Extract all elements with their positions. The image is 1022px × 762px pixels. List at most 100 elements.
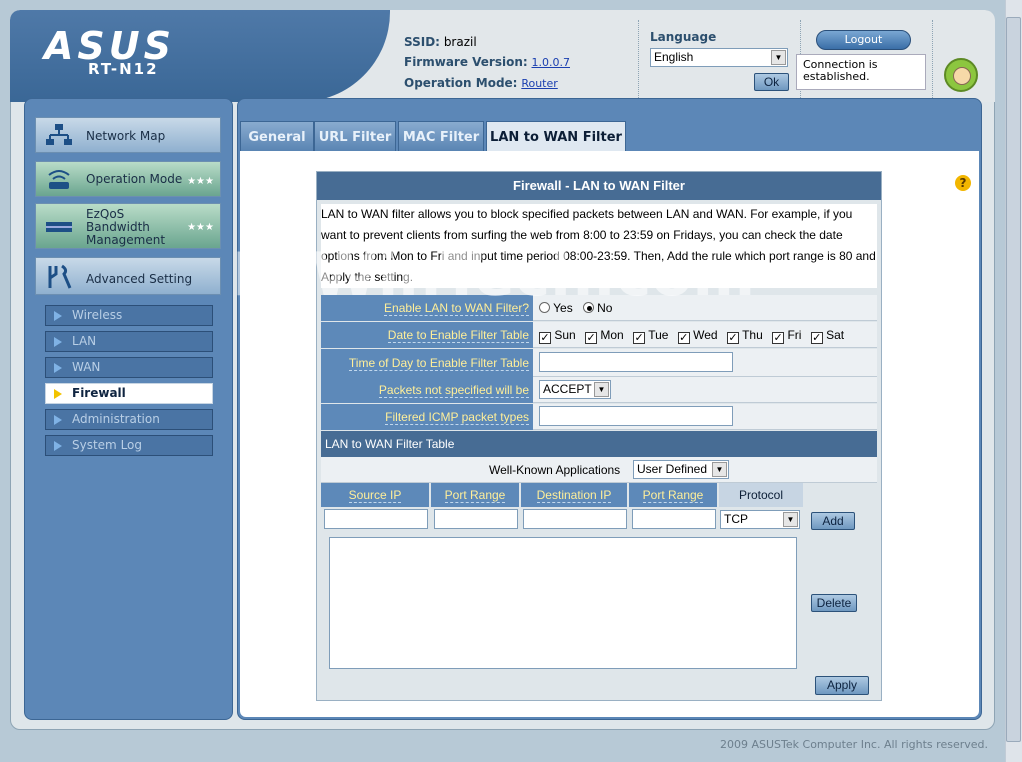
- connection-status: Connection is established.: [796, 54, 926, 90]
- day-label: Thu: [742, 328, 763, 342]
- arrow-right-icon: [54, 389, 62, 399]
- network-map-icon: [46, 124, 72, 145]
- source-ip-input[interactable]: [324, 509, 428, 529]
- enable-yes-radio[interactable]: [539, 302, 550, 313]
- day-checkbox-thu[interactable]: ✓: [726, 332, 739, 344]
- dest-port-range-input[interactable]: [632, 509, 716, 529]
- sidebar-item-system-log[interactable]: System Log: [45, 435, 213, 456]
- chevron-down-icon: ▼: [771, 50, 786, 65]
- sidebar-item-label: LAN: [72, 334, 97, 348]
- wellknown-value: User Defined: [637, 462, 708, 476]
- bandwidth-icon: [46, 222, 72, 232]
- enable-filter-row: Enable LAN to WAN Filter? Yes No: [321, 295, 877, 321]
- copyright: 2009 ASUSTek Computer Inc. All rights re…: [720, 738, 988, 751]
- wellknown-label: Well-Known Applications: [489, 463, 621, 477]
- ssid-label: SSID:: [404, 35, 440, 49]
- day-checkbox-tue[interactable]: ✓: [633, 332, 646, 344]
- day-label: Tue: [648, 328, 669, 342]
- enable-filter-label: Enable LAN to WAN Filter?: [321, 295, 533, 321]
- language-ok-button[interactable]: Ok: [754, 73, 789, 91]
- sidebar-item-label: System Log: [72, 438, 142, 452]
- language-label: Language: [650, 30, 717, 44]
- sidebar-item-lan[interactable]: LAN: [45, 331, 213, 352]
- sidebar-item-ezqos[interactable]: EzQoS Bandwidth Management ★★★: [35, 203, 221, 249]
- wellknown-select[interactable]: User Defined ▼: [633, 460, 729, 479]
- arrow-right-icon: [54, 311, 62, 321]
- no-label: No: [597, 301, 613, 315]
- chevron-down-icon: ▼: [594, 382, 609, 397]
- day-checkbox-mon[interactable]: ✓: [585, 332, 598, 344]
- logo-block: ASUS RT-N12: [10, 10, 390, 102]
- filter-rules-list[interactable]: [329, 537, 797, 669]
- mascot-icon: [944, 58, 978, 92]
- wellknown-row: Well-Known Applications User Defined ▼: [321, 457, 877, 483]
- sidebar-item-label: Wireless: [72, 308, 123, 322]
- delete-button[interactable]: Delete: [811, 594, 857, 612]
- port-range-input[interactable]: [434, 509, 518, 529]
- protocol-select[interactable]: TCP ▼: [720, 510, 800, 529]
- router-icon: [48, 170, 70, 189]
- tab-general[interactable]: General: [240, 121, 314, 153]
- firmware-link[interactable]: 1.0.0.7: [532, 56, 570, 69]
- sidebar-item-firewall[interactable]: Firewall: [45, 383, 213, 404]
- sidebar-item-advanced-setting[interactable]: Advanced Setting: [35, 257, 221, 295]
- day-checkbox-fri[interactable]: ✓: [772, 332, 785, 344]
- protocol-value: TCP: [724, 512, 748, 526]
- panel-title: Firewall - LAN to WAN Filter: [317, 172, 881, 200]
- day-checkbox-sun[interactable]: ✓: [539, 332, 551, 344]
- help-icon[interactable]: ?: [955, 175, 971, 191]
- icmp-label: Filtered ICMP packet types: [321, 404, 533, 430]
- icmp-input[interactable]: [539, 406, 733, 426]
- opmode-link[interactable]: Router: [521, 77, 557, 90]
- icmp-row: Filtered ICMP packet types: [321, 404, 877, 430]
- language-select[interactable]: English ▼: [650, 48, 788, 67]
- sidebar: Network Map Operation Mode ★★★ EzQoS Ban…: [24, 98, 233, 720]
- panel-description: LAN to WAN filter allows you to block sp…: [321, 204, 877, 288]
- packets-select[interactable]: ACCEPT ▼: [539, 380, 611, 399]
- firmware-label: Firmware Version:: [404, 55, 528, 69]
- sidebar-item-wireless[interactable]: Wireless: [45, 305, 213, 326]
- header: ASUS RT-N12 SSID: brazil Firmware Versio…: [10, 10, 995, 102]
- packets-value: ACCEPT: [543, 382, 592, 396]
- day-label: Wed: [693, 328, 718, 342]
- time-range-input[interactable]: [539, 352, 733, 372]
- sidebar-item-administration[interactable]: Administration: [45, 409, 213, 430]
- destination-ip-input[interactable]: [523, 509, 627, 529]
- enable-no-radio[interactable]: [582, 302, 594, 313]
- language-value: English: [654, 50, 694, 64]
- tab-lan-to-wan-filter[interactable]: LAN to WAN Filter: [486, 121, 626, 153]
- packets-label: Packets not specified will be: [321, 377, 533, 403]
- sidebar-item-wan[interactable]: WAN: [45, 357, 213, 378]
- sidebar-item-label: Advanced Setting: [86, 272, 193, 286]
- sidebar-item-label: WAN: [72, 360, 101, 374]
- day-label: Fri: [787, 328, 802, 342]
- divider: [638, 20, 639, 98]
- date-label: Date to Enable Filter Table: [321, 322, 533, 348]
- tab-mac-filter[interactable]: MAC Filter: [398, 121, 484, 153]
- chevron-down-icon: ▼: [712, 462, 727, 477]
- ssid-value: brazil: [443, 35, 477, 49]
- apply-button[interactable]: Apply: [815, 676, 869, 695]
- time-row: Time of Day to Enable Filter Table: [321, 349, 877, 377]
- chevron-down-icon: ▼: [783, 512, 798, 527]
- yes-label: Yes: [553, 301, 573, 315]
- sidebar-item-label: Operation Mode: [86, 172, 183, 186]
- add-button[interactable]: Add: [811, 512, 855, 530]
- opmode-label: Operation Mode:: [404, 76, 518, 90]
- logout-button[interactable]: Logout: [816, 30, 911, 50]
- scrollbar-thumb[interactable]: [1006, 17, 1021, 742]
- day-label: Mon: [600, 328, 624, 342]
- date-row: Date to Enable Filter Table ✓ Sun ✓ Mon …: [321, 322, 877, 348]
- stars-icon: ★★★: [187, 176, 214, 187]
- sidebar-item-label: EzQoS Bandwidth Management: [86, 207, 166, 247]
- arrow-right-icon: [54, 441, 62, 451]
- col-port-range-2: Port Range: [629, 483, 717, 507]
- sidebar-item-operation-mode[interactable]: Operation Mode ★★★: [35, 161, 221, 197]
- col-protocol: Protocol: [719, 483, 803, 507]
- arrow-right-icon: [54, 337, 62, 347]
- sidebar-item-network-map[interactable]: Network Map: [35, 117, 221, 153]
- day-checkbox-sat[interactable]: ✓: [810, 332, 823, 344]
- tab-url-filter[interactable]: URL Filter: [314, 121, 396, 153]
- day-label: Sun: [554, 328, 576, 342]
- day-checkbox-wed[interactable]: ✓: [677, 332, 690, 344]
